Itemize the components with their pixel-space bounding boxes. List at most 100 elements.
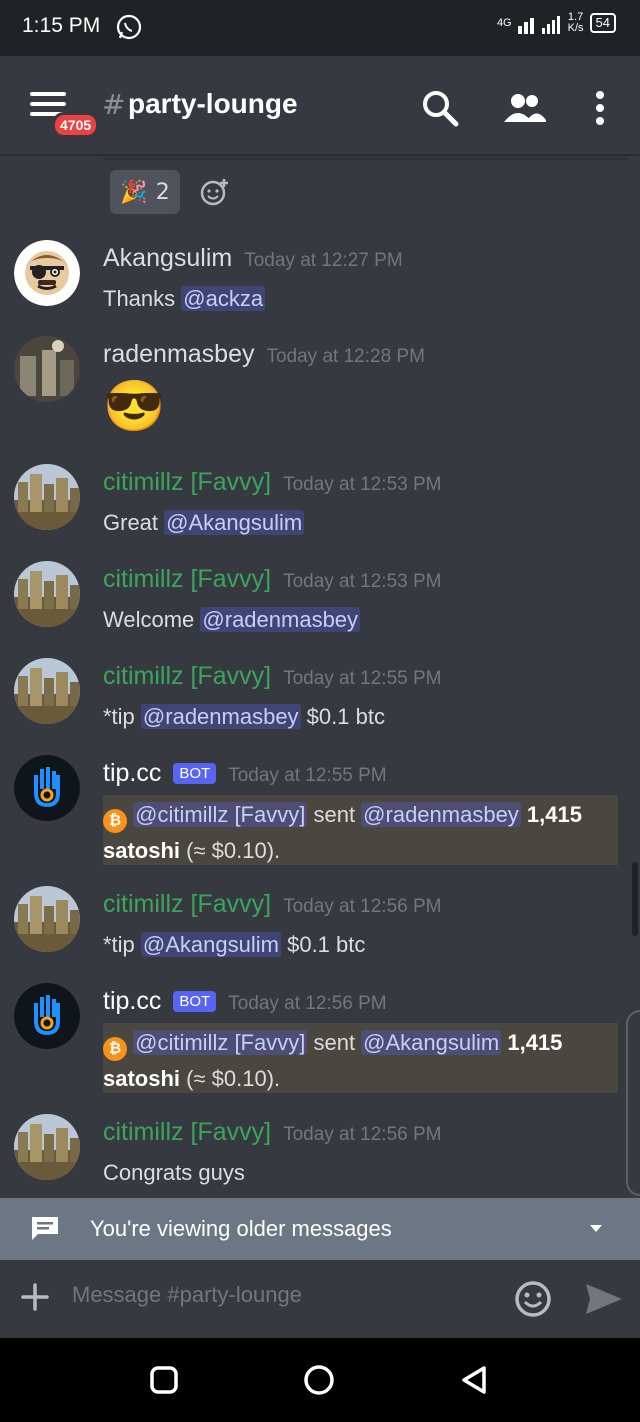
channel-title: party-lounge <box>128 88 298 119</box>
timestamp: Today at 12:56 PM <box>283 1124 442 1145</box>
bitcoin-icon: ₿ <box>103 809 127 833</box>
message-text: Great @Akangsulim <box>103 510 305 536</box>
avatar[interactable] <box>14 336 80 402</box>
older-messages-bar[interactable]: You're viewing older messages <box>0 1198 640 1260</box>
app-root: 1:15 PM 4G 1.7 K/s 54 4705 # party-lounge <box>0 0 640 1422</box>
network-speed: 1.7 K/s <box>568 12 584 34</box>
chevron-down-icon[interactable] <box>588 1220 604 1236</box>
mention[interactable]: @citimillz [Favvy] <box>133 1030 308 1055</box>
text-segment: sent <box>307 802 362 827</box>
search-icon[interactable] <box>418 86 462 130</box>
username[interactable]: citimillz [Favvy] <box>103 662 271 691</box>
username[interactable]: Akangsulim <box>103 244 232 273</box>
plus-icon[interactable] <box>20 1282 50 1312</box>
text-segment: Thanks <box>103 286 182 311</box>
mention[interactable]: @radenmasbey <box>200 607 361 632</box>
status-time: 1:15 PM <box>22 14 101 37</box>
message-input[interactable] <box>72 1282 492 1308</box>
message-text: *tip @radenmasbey $0.1 btc <box>103 704 385 730</box>
message-header: tip.cc BOT Today at 12:56 PM <box>103 987 387 1016</box>
text-segment: $0.1 btc <box>280 932 366 957</box>
avatar[interactable] <box>14 983 80 1049</box>
reaction-party[interactable]: 🎉 2 <box>110 170 180 214</box>
more-options-icon[interactable] <box>578 86 622 130</box>
back-icon[interactable] <box>458 1364 490 1396</box>
tip-embed: ₿ @citimillz [Favvy] sent @radenmasbey 1… <box>103 795 618 865</box>
message-header: citimillz [Favvy] Today at 12:53 PM <box>103 565 442 594</box>
mention[interactable]: @Akangsulim <box>164 510 305 535</box>
bot-tag: BOT <box>173 991 217 1012</box>
members-icon[interactable] <box>502 86 546 130</box>
username[interactable]: citimillz [Favvy] <box>103 565 271 594</box>
speed-unit: K/s <box>567 22 584 34</box>
tip-amount: 1,415 <box>520 802 582 827</box>
network-type: 4G <box>496 16 512 29</box>
status-bar: 1:15 PM 4G 1.7 K/s 54 <box>0 0 640 56</box>
avatar[interactable] <box>14 658 80 724</box>
message-header: tip.cc BOT Today at 12:55 PM <box>103 759 387 788</box>
recent-apps-icon[interactable] <box>148 1364 180 1396</box>
reaction-count: 2 <box>155 179 170 205</box>
battery-indicator: 54 <box>589 13 616 33</box>
emoji-icon[interactable] <box>514 1280 552 1318</box>
text-segment: Great <box>103 510 165 535</box>
message-composer <box>0 1260 640 1338</box>
timestamp: Today at 12:27 PM <box>244 250 403 271</box>
timestamp: Today at 12:56 PM <box>228 993 387 1014</box>
username[interactable]: citimillz [Favvy] <box>103 1118 271 1147</box>
message-header: citimillz [Favvy] Today at 12:55 PM <box>103 662 442 691</box>
message-header: citimillz [Favvy] Today at 12:56 PM <box>103 1118 442 1147</box>
avatar[interactable] <box>14 886 80 952</box>
send-icon[interactable] <box>584 1282 624 1316</box>
scroll-edge <box>626 1010 640 1196</box>
mention[interactable]: @radenmasbey <box>140 704 301 729</box>
message-header: radenmasbey Today at 12:28 PM <box>103 340 425 369</box>
unit-label: satoshi <box>103 838 181 863</box>
message-header: citimillz [Favvy] Today at 12:56 PM <box>103 890 442 919</box>
username[interactable]: tip.cc <box>103 759 161 788</box>
channel-hash-icon: # <box>102 88 126 121</box>
whatsapp-icon <box>116 14 142 40</box>
timestamp: Today at 12:56 PM <box>283 896 442 917</box>
avatar[interactable] <box>14 561 80 627</box>
party-popper-icon: 🎉 <box>120 179 148 205</box>
message-text: Congrats guys <box>103 1160 245 1185</box>
scrollbar[interactable] <box>632 862 638 936</box>
tip-amount: 1,415 <box>501 1030 563 1055</box>
mention[interactable]: @citimillz [Favvy] <box>133 802 308 827</box>
unit-label: satoshi <box>103 1066 181 1091</box>
mention[interactable]: @Akangsulim <box>140 932 281 957</box>
chat-icon <box>32 1217 58 1240</box>
username[interactable]: citimillz [Favvy] <box>103 890 271 919</box>
avatar[interactable] <box>14 1114 80 1180</box>
avatar[interactable] <box>14 755 80 821</box>
text-segment: *tip <box>103 704 141 729</box>
mention[interactable]: @ackza <box>181 286 266 311</box>
message-list[interactable]: 🎉 2 Akangsulim Today at 12:27 PM Thanks … <box>0 158 640 1198</box>
message-text: *tip @Akangsulim $0.1 btc <box>103 932 365 958</box>
message-text: Welcome @radenmasbey <box>103 607 361 633</box>
message-text: Thanks @ackza <box>103 286 266 312</box>
username[interactable]: tip.cc <box>103 987 161 1016</box>
timestamp: Today at 12:53 PM <box>283 571 442 592</box>
system-nav-bar <box>0 1338 640 1422</box>
avatar[interactable] <box>14 240 80 306</box>
text-segment: $0.1 btc <box>300 704 385 729</box>
usd-value: (≈ $0.10). <box>180 838 281 863</box>
tip-embed: ₿ @citimillz [Favvy] sent @Akangsulim 1,… <box>103 1023 618 1093</box>
username[interactable]: citimillz [Favvy] <box>103 468 271 497</box>
timestamp: Today at 12:55 PM <box>283 668 442 689</box>
text-segment: sent <box>307 1030 362 1055</box>
older-messages-text: You're viewing older messages <box>90 1216 392 1241</box>
timestamp: Today at 12:55 PM <box>228 765 387 786</box>
previous-embed-edge <box>102 158 628 160</box>
channel-header: 4705 # party-lounge <box>0 56 640 156</box>
username[interactable]: radenmasbey <box>103 340 254 369</box>
avatar[interactable] <box>14 464 80 530</box>
home-icon[interactable] <box>303 1364 335 1396</box>
text-segment: *tip <box>103 932 141 957</box>
text-segment: Welcome <box>103 607 201 632</box>
mention[interactable]: @radenmasbey <box>361 802 521 827</box>
add-reaction-icon[interactable] <box>200 177 230 207</box>
mention[interactable]: @Akangsulim <box>361 1030 502 1055</box>
